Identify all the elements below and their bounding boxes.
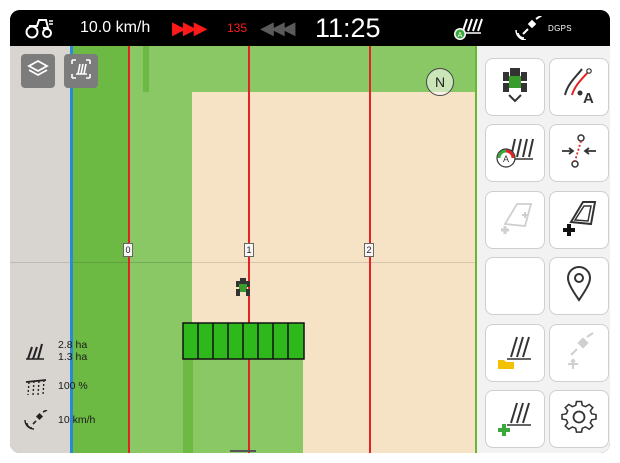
tractor-top-icon xyxy=(236,277,250,297)
track-number-1: 1 xyxy=(244,243,254,257)
gnss-signal-type: DGPS xyxy=(548,23,572,33)
point-relocation-button[interactable] xyxy=(549,124,609,182)
rate-stat: 100 % xyxy=(24,373,88,399)
implement-boom xyxy=(182,322,305,360)
new-field-icon xyxy=(495,397,535,442)
vehicle-settings-button[interactable] xyxy=(485,58,545,116)
map-view-icon xyxy=(69,57,93,86)
gnss-info-button xyxy=(549,324,609,382)
satellite-icon xyxy=(24,409,58,431)
svg-text:A: A xyxy=(583,90,594,105)
satellite-icon[interactable] xyxy=(515,10,545,46)
settings-button[interactable] xyxy=(549,390,609,448)
point-relocation-icon xyxy=(559,131,599,176)
section-control-icon: A xyxy=(495,133,535,174)
map-view-button[interactable] xyxy=(64,54,98,88)
gnss-speed-stat: 10 km/h xyxy=(24,407,95,433)
scroll-handle[interactable] xyxy=(230,450,256,452)
area-total-value: 2.8 ha xyxy=(58,339,88,351)
compass-label: N xyxy=(434,74,446,90)
field-folder-icon xyxy=(495,331,535,376)
new-field-button[interactable] xyxy=(485,390,545,448)
location-pin-icon xyxy=(564,265,594,308)
tractor-settings-icon xyxy=(500,66,530,109)
set-marker-button[interactable] xyxy=(549,257,609,315)
pass-overlap xyxy=(183,346,193,453)
layers-icon xyxy=(27,58,49,85)
status-bar: 10.0 km/h ▶▶▶ 135 ◀◀◀ 11:25 A DGPS xyxy=(10,10,610,46)
steer-left-indicator: ◀◀◀ xyxy=(260,17,295,38)
svg-text:A: A xyxy=(458,32,463,39)
rate-value: 100 % xyxy=(58,380,88,392)
application-rate-icon xyxy=(24,375,58,397)
layers-button[interactable] xyxy=(21,54,55,88)
add-obstacle-button[interactable] xyxy=(549,191,609,249)
gear-icon xyxy=(561,399,597,440)
area-worked-value: 1.3 ha xyxy=(58,351,88,363)
add-boundary-button xyxy=(485,191,545,249)
speed-value: 10 km/h xyxy=(58,414,96,426)
open-field-button[interactable] xyxy=(485,324,545,382)
speed-readout: 10.0 km/h xyxy=(80,19,151,36)
field-area-icon xyxy=(24,340,58,362)
section-control-icon[interactable]: A xyxy=(453,10,483,46)
tractor-icon[interactable] xyxy=(24,10,54,46)
svg-text:A: A xyxy=(503,154,509,164)
guidance-line-a-icon: A xyxy=(560,65,598,110)
current-pass-worked xyxy=(183,346,303,453)
empty-slot-button xyxy=(485,257,545,315)
area-stat: 2.8 ha 1.3 ha xyxy=(24,338,87,364)
grid-line xyxy=(10,262,475,263)
compass-north-button[interactable]: N xyxy=(426,68,454,96)
add-boundary-icon xyxy=(495,198,535,243)
steer-right-indicator: ▶▶▶ xyxy=(172,17,207,38)
field-map[interactable]: 0 1 2 N 2.8 ha 1.3 ha 100 % 10 km/h xyxy=(10,46,475,453)
headland-edge xyxy=(143,46,149,92)
worked-headland-top xyxy=(130,46,475,92)
track-number-0: 0 xyxy=(123,243,133,257)
function-button-panel: A A xyxy=(475,46,610,453)
cross-track-deviation: 135 xyxy=(227,21,248,35)
track-number-2: 2 xyxy=(364,243,374,257)
add-obstacle-icon xyxy=(559,198,599,243)
guidance-line-a-button[interactable]: A xyxy=(549,58,609,116)
clock: 11:25 xyxy=(315,12,381,43)
satellite-icon xyxy=(559,331,599,376)
terminal-screen: 10.0 km/h ▶▶▶ 135 ◀◀◀ 11:25 A DGPS 0 1 2… xyxy=(10,10,610,453)
section-control-button[interactable]: A xyxy=(485,124,545,182)
